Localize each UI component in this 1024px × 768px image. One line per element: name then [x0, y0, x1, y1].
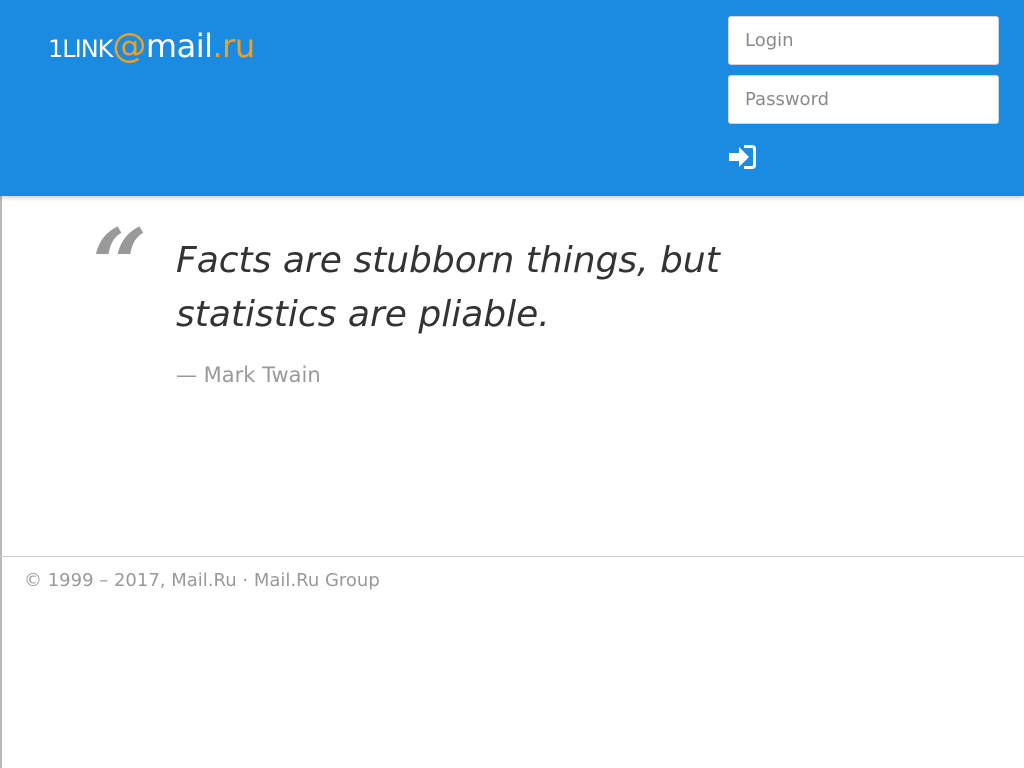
sign-in-icon — [729, 145, 756, 169]
copyright-text: © 1999 – 2017, — [24, 570, 166, 591]
logo-tld: ru — [222, 27, 255, 65]
quote-section: “ Facts are stubborn things, but statist… — [0, 196, 1024, 556]
logo-prefix: 1LINK — [48, 35, 113, 63]
header-bar: 1LINK @ mail. ru — [0, 0, 1024, 196]
footer-link-mailru[interactable]: Mail.Ru — [171, 570, 236, 591]
footer-divider — [0, 556, 1024, 557]
page: 1LINK@mail.ru “ Facts are stubborn thing… — [0, 0, 1024, 768]
site-logo[interactable]: 1LINK @ mail. ru — [48, 26, 255, 66]
login-input[interactable] — [728, 16, 999, 65]
quote-mark-icon: “ — [92, 208, 148, 321]
logo-at: @ — [112, 26, 146, 66]
footer: © 1999 – 2017, Mail.Ru · Mail.Ru Group — [24, 568, 380, 594]
quote-author: — Mark Twain — [176, 363, 321, 387]
footer-link-mailru-group[interactable]: Mail.Ru Group — [254, 570, 380, 591]
password-input[interactable] — [728, 75, 999, 124]
quote-text: Facts are stubborn things, but statistic… — [176, 240, 720, 335]
footer-separator: · — [242, 570, 249, 591]
logo-dot: . — [212, 27, 223, 65]
sign-in-button[interactable] — [726, 142, 760, 174]
logo-brand: mail — [145, 27, 213, 65]
